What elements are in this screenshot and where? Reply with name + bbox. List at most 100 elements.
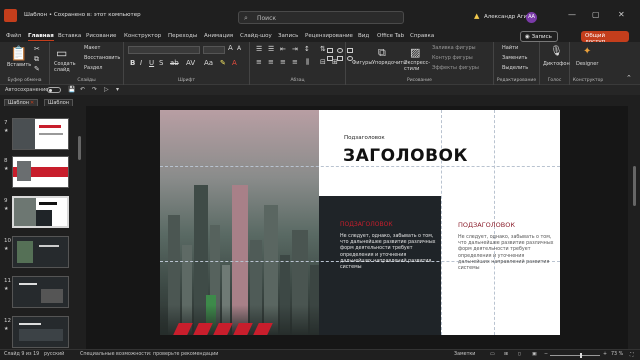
slide-title[interactable]: ЗАГОЛОВОК xyxy=(343,146,468,166)
tab-slideshow[interactable]: Слайд-шоу xyxy=(240,33,272,39)
collapse-ribbon-icon[interactable]: ⌃ xyxy=(626,74,632,82)
tab-file[interactable]: Файл xyxy=(6,33,21,39)
shape-outline-button[interactable]: Контур фигуры xyxy=(432,55,473,61)
align-right-icon[interactable]: ≡ xyxy=(280,58,286,66)
tab-animation[interactable]: Анимация xyxy=(204,33,233,39)
new-slide-button[interactable]: Создать слайд xyxy=(54,61,76,73)
slide-thumbnail-11[interactable] xyxy=(12,276,69,308)
tab-help[interactable]: Справка xyxy=(410,33,434,39)
shape-fill-button[interactable]: Заливка фигуры xyxy=(432,45,476,51)
font-color-icon[interactable]: A xyxy=(232,59,237,67)
find-button[interactable]: Найти xyxy=(502,45,518,51)
normal-view-icon[interactable]: ▭ xyxy=(490,352,495,357)
vertical-scrollbar[interactable] xyxy=(630,106,640,349)
arrange-icon[interactable]: ⧉ xyxy=(378,46,386,60)
paste-button[interactable]: Вставить xyxy=(7,62,31,68)
zoom-slider-thumb[interactable] xyxy=(580,353,582,358)
left-body-text[interactable]: Не следует, однако, забывать о том, что … xyxy=(340,234,438,271)
spacing-icon[interactable]: AV xyxy=(186,59,195,67)
underline-icon[interactable]: U xyxy=(149,59,154,67)
slide-thumbnail-10[interactable] xyxy=(12,236,69,268)
share-button[interactable]: Общий доступ xyxy=(581,31,629,45)
copy-icon[interactable]: ⧉ xyxy=(34,55,39,64)
search-box[interactable]: ⌕ Поиск xyxy=(238,11,404,24)
replace-button[interactable]: Заменить xyxy=(502,55,528,61)
microphone-icon[interactable]: 🎙 xyxy=(550,46,563,57)
tab-draw[interactable]: Рисование xyxy=(86,33,116,39)
record-button[interactable]: ◉ Запись xyxy=(520,31,558,42)
zoom-level[interactable]: 73 % xyxy=(611,352,623,357)
scroll-thumb[interactable] xyxy=(633,166,636,206)
tab-design[interactable]: Конструктор xyxy=(124,33,161,39)
sections-button[interactable]: Раздел xyxy=(84,65,102,71)
tab-transitions[interactable]: Переходы xyxy=(168,33,197,39)
select-button[interactable]: Выделить xyxy=(502,65,528,71)
tab-view[interactable]: Вид xyxy=(358,33,369,39)
bold-icon[interactable]: B xyxy=(130,59,135,67)
doc-tab-1[interactable]: Шаблон✕ xyxy=(4,99,39,106)
doc-tab-2[interactable]: Шаблон xyxy=(44,99,74,106)
numbering-icon[interactable]: ☰ xyxy=(268,45,274,53)
font-family-select[interactable] xyxy=(128,46,200,54)
close-icon[interactable]: ✕ xyxy=(618,10,625,19)
right-heading[interactable]: ПОДЗАГОЛОВОК xyxy=(458,221,515,229)
right-body-text[interactable]: Не следует, однако, забывать о том, что … xyxy=(458,235,556,272)
tab-home[interactable]: Главная xyxy=(28,33,54,41)
align-center-icon[interactable]: ≡ xyxy=(268,58,274,66)
zoom-out-icon[interactable]: − xyxy=(544,352,548,357)
paste-icon[interactable]: 📋 xyxy=(10,46,27,62)
slide-sorter-icon[interactable]: ⊞ xyxy=(504,352,508,357)
format-painter-icon[interactable]: ✎ xyxy=(34,65,40,73)
thumbnails-scrollbar[interactable] xyxy=(78,136,81,160)
save-icon[interactable]: 💾 xyxy=(68,86,75,93)
warning-icon[interactable]: ▲ xyxy=(474,12,479,20)
new-slide-icon[interactable]: ▭ xyxy=(56,46,67,60)
arrange-button[interactable]: Упорядочить xyxy=(372,60,406,66)
tab-insert[interactable]: Вставка xyxy=(58,33,81,39)
slideshow-view-icon[interactable]: ▣ xyxy=(532,352,537,357)
reset-button[interactable]: Восстановить xyxy=(84,55,120,61)
strikethrough-icon[interactable]: ab xyxy=(170,59,179,67)
designer-button[interactable]: Designer xyxy=(576,61,598,67)
language-indicator[interactable]: русский xyxy=(44,352,64,357)
justify-icon[interactable]: ≡ xyxy=(292,58,298,66)
slide-thumbnail-12[interactable] xyxy=(12,316,69,348)
zoom-slider[interactable] xyxy=(550,353,600,358)
tab-record[interactable]: Запись xyxy=(278,33,298,39)
redo-icon[interactable]: ↷ xyxy=(92,86,97,93)
shapes-gallery-icon[interactable] xyxy=(325,46,367,66)
decrease-indent-icon[interactable]: ⇤ xyxy=(280,45,286,53)
slideshow-icon[interactable]: ▷ xyxy=(104,86,109,93)
dictate-button[interactable]: Диктофон xyxy=(543,61,570,67)
quick-styles-button[interactable]: Экспресс-стили xyxy=(404,60,430,72)
zoom-in-icon[interactable]: + xyxy=(603,352,607,357)
tab-office-tab[interactable]: Office Tab xyxy=(377,33,404,39)
avatar[interactable]: АА xyxy=(526,12,537,23)
italic-icon[interactable]: I xyxy=(140,59,142,67)
customize-toolbar-icon[interactable]: ▾ xyxy=(116,86,119,93)
slide-thumbnail-7[interactable] xyxy=(12,118,69,150)
designer-icon[interactable]: ✦ xyxy=(583,46,591,57)
align-left-icon[interactable]: ≡ xyxy=(256,58,262,66)
tab-review[interactable]: Рецензирование xyxy=(305,33,353,39)
left-heading[interactable]: ПОДЗАГОЛОВОК xyxy=(340,221,393,228)
autosave-toggle[interactable] xyxy=(47,87,61,93)
reading-view-icon[interactable]: ▯ xyxy=(518,352,521,357)
slide-thumbnail-8[interactable] xyxy=(12,156,69,188)
notes-button[interactable]: Заметки xyxy=(454,352,475,357)
columns-icon[interactable]: ⫼ xyxy=(306,58,309,67)
highlight-icon[interactable]: ✎ xyxy=(220,59,226,67)
shrink-font-icon[interactable]: A xyxy=(237,45,241,52)
bullets-icon[interactable]: ☰ xyxy=(256,45,262,53)
slide-thumbnail-9[interactable] xyxy=(12,196,69,228)
user-name[interactable]: Александр Агин xyxy=(484,14,531,20)
cut-icon[interactable]: ✂ xyxy=(34,45,40,53)
line-spacing-icon[interactable]: ↕ xyxy=(304,45,310,53)
undo-icon[interactable]: ↶ xyxy=(80,86,85,93)
shape-effects-button[interactable]: Эффекты фигуры xyxy=(432,65,479,71)
accessibility-status[interactable]: Специальные возможности: проверьте реком… xyxy=(80,352,218,357)
increase-indent-icon[interactable]: ⇥ xyxy=(292,45,298,53)
grow-font-icon[interactable]: A xyxy=(228,44,233,52)
slide-subtitle[interactable]: Подзаголовок xyxy=(344,135,385,141)
quick-styles-icon[interactable]: ▨ xyxy=(410,46,420,59)
